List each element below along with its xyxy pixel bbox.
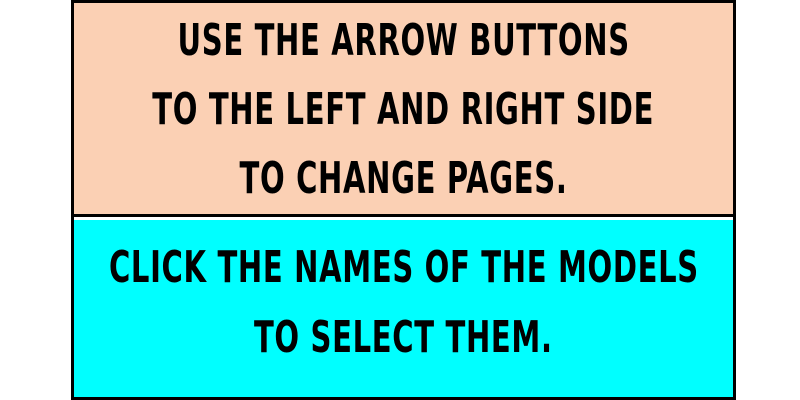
navigation-instruction-line: USE THE ARROW BUTTONS	[177, 15, 630, 66]
selection-instruction-line: TO SELECT THEM.	[254, 311, 553, 363]
navigation-instruction-line: TO CHANGE PAGES.	[239, 153, 568, 204]
instructions-card: USE THE ARROW BUTTONS TO THE LEFT AND RI…	[71, 0, 736, 400]
selection-instructions-panel: CLICK THE NAMES OF THE MODELS TO SELECT …	[74, 220, 733, 397]
navigation-instruction-line: TO THE LEFT AND RIGHT SIDE	[152, 84, 655, 135]
selection-instruction-line: CLICK THE NAMES OF THE MODELS	[108, 241, 699, 293]
navigation-instructions-panel: USE THE ARROW BUTTONS TO THE LEFT AND RI…	[74, 3, 733, 217]
